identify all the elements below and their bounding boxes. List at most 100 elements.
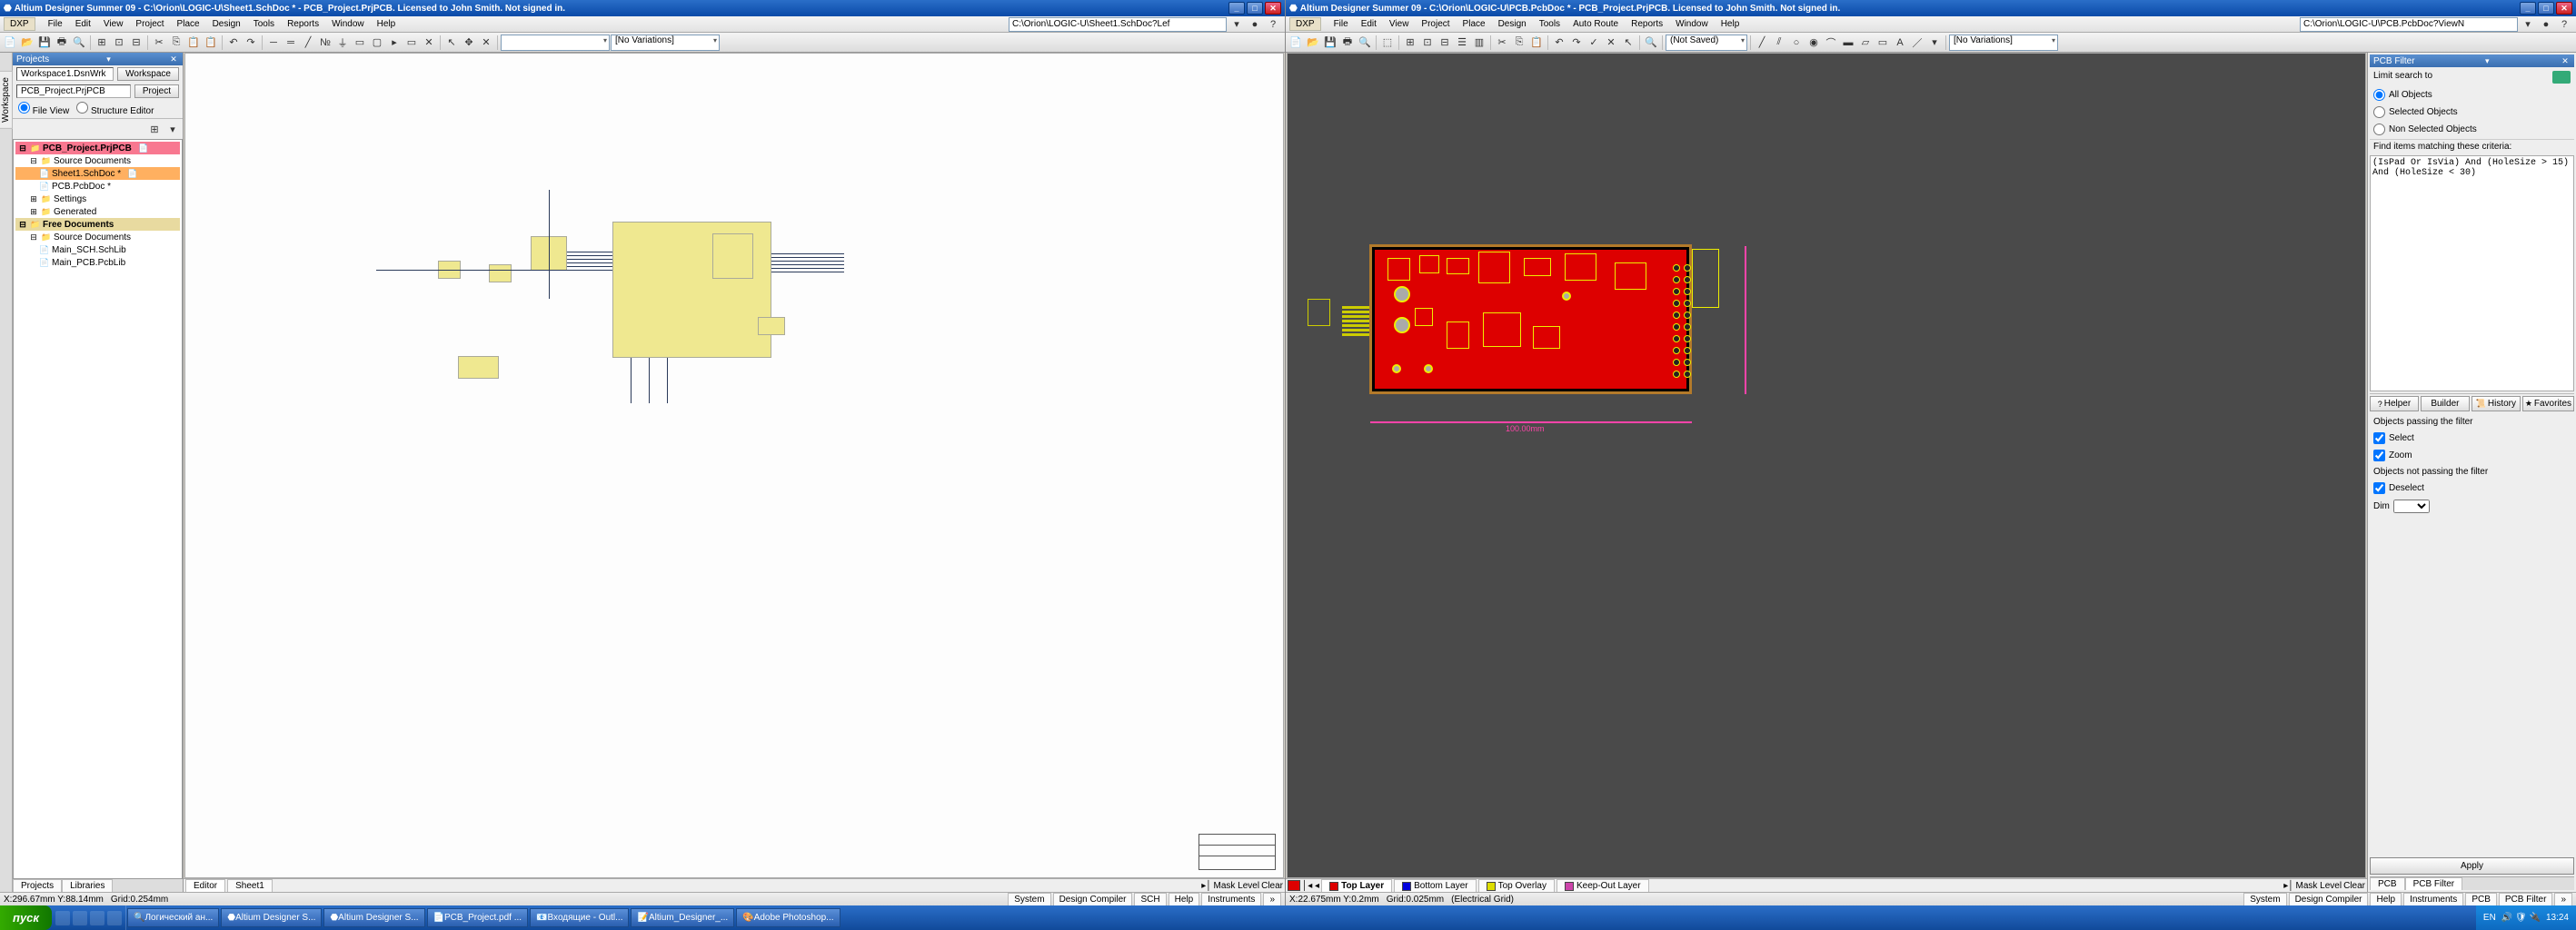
- task-1[interactable]: ⬣ Altium Designer S...: [221, 908, 322, 927]
- libraries-tab[interactable]: Libraries: [62, 879, 113, 892]
- port-icon[interactable]: ▭: [403, 35, 420, 51]
- path-go-icon[interactable]: ●: [1247, 16, 1263, 33]
- r-cancel-icon[interactable]: ✕: [1603, 35, 1619, 51]
- file-menu[interactable]: File: [43, 18, 68, 30]
- bottom-layer-tab[interactable]: Bottom Layer: [1394, 879, 1476, 892]
- zoom-check[interactable]: Zoom: [2373, 450, 2571, 461]
- r-browse-icon[interactable]: 🔍: [1643, 35, 1659, 51]
- r-comp-icon[interactable]: ▭: [1875, 35, 1891, 51]
- r-mask-level-button[interactable]: Mask Level: [2296, 881, 2342, 891]
- ls-nav-icon[interactable]: │◂ ◂: [1302, 881, 1319, 891]
- task-4[interactable]: 📧 Входящие - Outl...: [530, 908, 629, 927]
- r-string-icon[interactable]: A: [1892, 35, 1908, 51]
- path-help-icon[interactable]: ?: [1265, 16, 1281, 33]
- netlabel-icon[interactable]: №: [317, 35, 333, 51]
- tray-clock[interactable]: 13:24: [2546, 913, 2569, 923]
- scroll-nav-icon[interactable]: ▸│: [1201, 881, 1211, 891]
- r-design-menu[interactable]: Design: [1493, 18, 1532, 30]
- help-menu[interactable]: Help: [372, 18, 402, 30]
- r-clear-button[interactable]: Clear: [2343, 881, 2365, 891]
- move-icon[interactable]: ✥: [461, 35, 477, 51]
- project-tree[interactable]: ⊟📁PCB_Project.PrjPCB 📄 ⊟📁Source Document…: [13, 139, 183, 879]
- tools-menu[interactable]: Tools: [248, 18, 280, 30]
- design-menu[interactable]: Design: [207, 18, 246, 30]
- editor-tab[interactable]: Editor: [185, 879, 225, 892]
- print-icon[interactable]: 🖶: [54, 35, 70, 51]
- sb-help[interactable]: Help: [1169, 893, 1200, 906]
- sb-sch[interactable]: SCH: [1134, 893, 1166, 906]
- reports-menu[interactable]: Reports: [282, 18, 324, 30]
- favorites-button[interactable]: ★ Favorites: [2522, 396, 2574, 411]
- r-tools-menu[interactable]: Tools: [1534, 18, 1566, 30]
- filter-menu-icon[interactable]: ▾: [2482, 55, 2492, 66]
- left-maximize-button[interactable]: □: [1247, 2, 1263, 15]
- r-sb-designcomp[interactable]: Design Compiler: [2289, 893, 2369, 906]
- r-print-icon[interactable]: 🖶: [1339, 35, 1356, 51]
- start-button[interactable]: пуск: [0, 905, 52, 930]
- right-path-input[interactable]: [2300, 17, 2518, 32]
- keepout-layer-tab[interactable]: Keep-Out Layer: [1557, 879, 1649, 892]
- r-zoom-sel-icon[interactable]: ⊟: [1437, 35, 1453, 51]
- r-diff-icon[interactable]: ⫽: [1771, 35, 1787, 51]
- r-variations-combo[interactable]: [No Variations]: [1949, 35, 2058, 51]
- r-path-help-icon[interactable]: ?: [2556, 16, 2572, 33]
- r-sb-help[interactable]: Help: [2370, 893, 2402, 906]
- r-sb-pcb[interactable]: PCB: [2465, 893, 2497, 906]
- r-file-menu[interactable]: File: [1328, 18, 1354, 30]
- sheet1-tab[interactable]: Sheet1: [227, 879, 273, 892]
- r-path-dropdown-icon[interactable]: ▾: [2520, 16, 2536, 33]
- sb-system[interactable]: System: [1008, 893, 1050, 906]
- r-select-icon[interactable]: ↖: [1620, 35, 1636, 51]
- r-edit-menu[interactable]: Edit: [1356, 18, 1382, 30]
- r-window-menu[interactable]: Window: [1670, 18, 1714, 30]
- project-button[interactable]: Project: [134, 84, 179, 98]
- r-reports-menu[interactable]: Reports: [1626, 18, 1668, 30]
- path-dropdown-icon[interactable]: ▾: [1228, 16, 1245, 33]
- dim-select[interactable]: [2393, 500, 2430, 513]
- projects-close-icon[interactable]: ✕: [168, 54, 179, 64]
- zoom-select-icon[interactable]: ⊟: [128, 35, 144, 51]
- workspace-dropdown[interactable]: Workspace1.DsnWrk: [16, 67, 114, 81]
- r-place-menu[interactable]: Place: [1457, 18, 1491, 30]
- top-layer-tab[interactable]: Top Layer: [1321, 879, 1392, 892]
- tray-icons[interactable]: 🔊 🛡 🔌: [2501, 913, 2541, 923]
- r-preview-icon[interactable]: 🔍: [1357, 35, 1373, 51]
- r-3d-icon[interactable]: ⬚: [1379, 35, 1396, 51]
- r-autoroute-menu[interactable]: Auto Route: [1567, 18, 1624, 30]
- r-fill-icon[interactable]: ▬: [1840, 35, 1856, 51]
- task-0[interactable]: 🔍 Логический ан...: [127, 908, 219, 927]
- r-sb-system[interactable]: System: [2243, 893, 2286, 906]
- r-line-icon[interactable]: ／: [1909, 35, 1925, 51]
- r-new-icon[interactable]: 📄: [1288, 35, 1304, 51]
- tray-lang[interactable]: EN: [2483, 913, 2496, 923]
- edit-menu[interactable]: Edit: [70, 18, 96, 30]
- left-minimize-button[interactable]: _: [1228, 2, 1245, 15]
- preview-icon[interactable]: 🔍: [71, 35, 87, 51]
- r-copy-icon[interactable]: ⎘: [1511, 35, 1527, 51]
- r-arc-icon[interactable]: ⌒: [1823, 35, 1839, 51]
- deselect-check[interactable]: Deselect: [2373, 482, 2571, 494]
- task-3[interactable]: 📄 PCB_Project.pdf ...: [427, 908, 529, 927]
- r-cut-icon[interactable]: ✂: [1494, 35, 1510, 51]
- r-sb-instruments[interactable]: Instruments: [2403, 893, 2463, 906]
- r-zoom-fit-icon[interactable]: ⊞: [1402, 35, 1418, 51]
- task-5[interactable]: 📝 Altium_Designer_...: [631, 908, 734, 927]
- wire-icon[interactable]: ─: [265, 35, 282, 51]
- bus-icon[interactable]: ═: [283, 35, 299, 51]
- r-notsaved-combo[interactable]: (Not Saved): [1666, 35, 1747, 51]
- power-icon[interactable]: ⏚: [334, 35, 351, 51]
- undo-icon[interactable]: ↶: [225, 35, 242, 51]
- paste-special-icon[interactable]: 📋: [203, 35, 219, 51]
- r-project-menu[interactable]: Project: [1416, 18, 1455, 30]
- copy-icon[interactable]: ⎘: [168, 35, 184, 51]
- apply-button[interactable]: Apply: [2370, 857, 2574, 875]
- task-2[interactable]: ⬣ Altium Designer S...: [323, 908, 424, 927]
- sb-designcomp[interactable]: Design Compiler: [1053, 893, 1133, 906]
- r-zoom-area-icon[interactable]: ⊡: [1419, 35, 1436, 51]
- part-icon[interactable]: ▭: [352, 35, 368, 51]
- left-layer-combo[interactable]: [501, 35, 610, 51]
- tree-opt1-icon[interactable]: ⊞: [146, 121, 163, 137]
- helper-button[interactable]: ? Helper: [2370, 396, 2419, 411]
- sel-objects-radio[interactable]: Selected Objects: [2373, 106, 2571, 118]
- pcbfilter-tab[interactable]: PCB Filter: [2405, 877, 2463, 890]
